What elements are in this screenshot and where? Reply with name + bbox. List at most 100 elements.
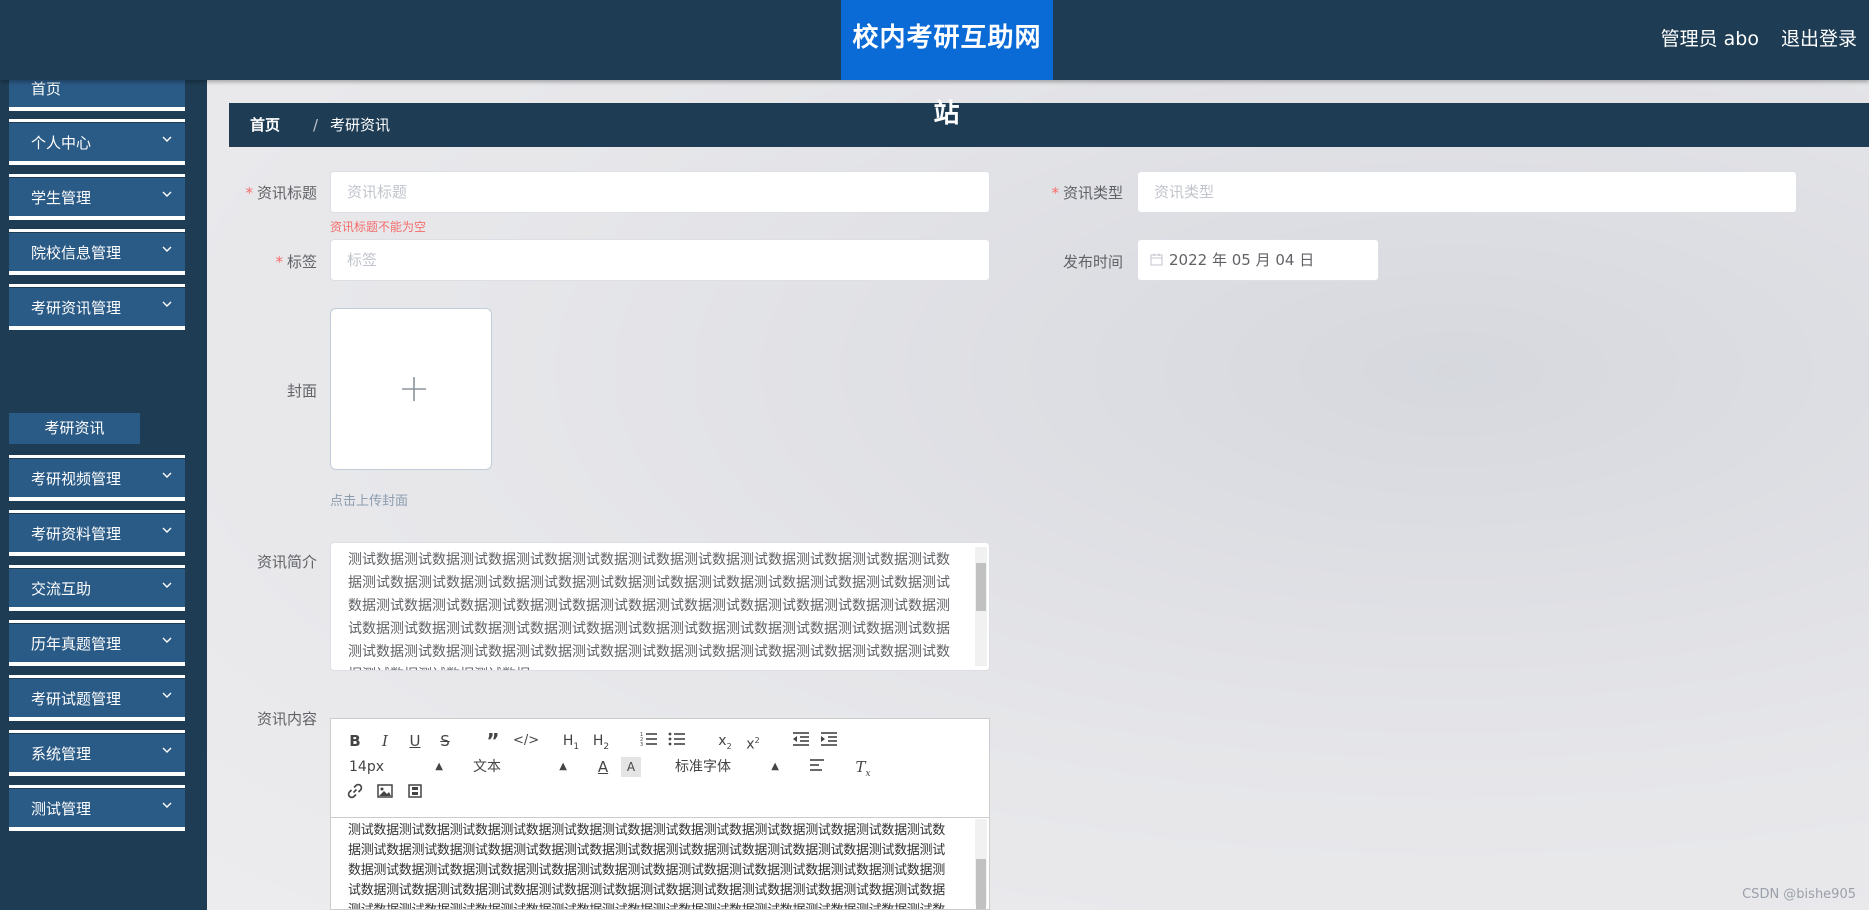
chevron-down-icon bbox=[159, 632, 175, 648]
breadcrumb: 首页 / 考研资讯 bbox=[229, 103, 1869, 147]
sidebar-item-profile[interactable]: 个人中心 bbox=[9, 119, 185, 165]
sidebar-item-tests[interactable]: 测试管理 bbox=[9, 785, 185, 831]
code-block-icon[interactable]: </> bbox=[513, 731, 539, 751]
chevron-down-icon bbox=[159, 577, 175, 593]
chevron-down-icon bbox=[159, 687, 175, 703]
block-type-value: 文本 bbox=[473, 759, 501, 775]
title-error-message: 资讯标题不能为空 bbox=[330, 220, 427, 234]
sidebar-item-label: 考研试题管理 bbox=[31, 690, 122, 708]
date-picker[interactable]: 2022 年 05 月 04 日 bbox=[1137, 239, 1379, 281]
chevron-down-icon bbox=[159, 296, 175, 312]
block-type-select[interactable]: 文本 ▲ bbox=[473, 757, 567, 777]
svg-text:3: 3 bbox=[640, 742, 643, 747]
sidebar-item-label: 院校信息管理 bbox=[31, 244, 122, 262]
cover-upload-hint: 点击上传封面 bbox=[330, 494, 409, 509]
chevron-down-icon bbox=[159, 797, 175, 813]
editor-scrollbar[interactable] bbox=[975, 819, 987, 909]
bullet-list-icon[interactable] bbox=[667, 731, 687, 751]
intro-text: 测试数据测试数据测试数据测试数据测试数据测试数据测试数据测试数据测试数据测试数据… bbox=[348, 552, 950, 670]
sidebar-item-videos[interactable]: 考研视频管理 bbox=[9, 455, 185, 501]
clear-format-icon[interactable]: Tx bbox=[853, 757, 873, 779]
strikethrough-icon[interactable]: S bbox=[435, 731, 455, 751]
sidebar-item-materials[interactable]: 考研资料管理 bbox=[9, 510, 185, 556]
chevron-down-icon bbox=[159, 131, 175, 147]
title-field-label: * 资讯标题 bbox=[207, 182, 317, 203]
title-input[interactable]: 资讯标题 bbox=[330, 171, 990, 213]
scrollbar-thumb[interactable] bbox=[976, 859, 986, 909]
date-value: 2022 年 05 月 04 日 bbox=[1169, 251, 1315, 269]
watermark: CSDN @bishe905 bbox=[1742, 887, 1856, 902]
calendar-icon bbox=[1150, 241, 1163, 281]
sidebar-item-system[interactable]: 系统管理 bbox=[9, 730, 185, 776]
chevron-down-icon bbox=[159, 742, 175, 758]
date-field-label: 发布时间 bbox=[1062, 253, 1123, 271]
sidebar-item-label: 首页 bbox=[31, 80, 62, 98]
editor-content: 测试数据测试数据测试数据测试数据测试数据测试数据测试数据测试数据测试数据测试数据… bbox=[348, 823, 945, 909]
scrollbar-thumb[interactable] bbox=[976, 563, 986, 611]
sidebar-item-label: 历年真题管理 bbox=[31, 635, 122, 653]
heading2-icon[interactable]: H2 bbox=[591, 731, 611, 752]
sidebar-item-label: 系统管理 bbox=[31, 745, 92, 763]
video-icon[interactable] bbox=[405, 783, 425, 803]
sidebar-item-news[interactable]: 考研资讯管理 bbox=[9, 284, 185, 330]
content-field-label: 资讯内容 bbox=[256, 710, 317, 728]
underline-icon[interactable]: U bbox=[405, 731, 425, 751]
sidebar-item-past-exams[interactable]: 历年真题管理 bbox=[9, 620, 185, 666]
subscript-icon[interactable]: x2 bbox=[715, 731, 735, 751]
title-label-text: 资讯标题 bbox=[256, 184, 317, 202]
logout-link[interactable]: 退出登录 bbox=[1781, 24, 1857, 51]
chevron-down-icon bbox=[159, 522, 175, 538]
intro-textarea[interactable]: 测试数据测试数据测试数据测试数据测试数据测试数据测试数据测试数据测试数据测试数据… bbox=[330, 542, 990, 671]
heading1-icon[interactable]: H1 bbox=[561, 731, 581, 752]
tag-field-label: * 标签 bbox=[207, 251, 317, 272]
sidebar: 首页 个人中心 学生管理 院校信息管理 考研资讯管理 考研资讯 考研视频管理 考… bbox=[0, 80, 207, 910]
select-arrows-icon: ▲ bbox=[771, 761, 779, 772]
sidebar-item-label: 学生管理 bbox=[31, 189, 92, 207]
intro-field-label: 资讯简介 bbox=[256, 553, 317, 571]
image-icon[interactable] bbox=[375, 783, 395, 803]
admin-user-label: 管理员 abo bbox=[1660, 28, 1759, 50]
breadcrumb-home[interactable]: 首页 bbox=[250, 103, 280, 147]
sidebar-item-schools[interactable]: 院校信息管理 bbox=[9, 229, 185, 275]
background-color-icon[interactable]: A bbox=[621, 757, 641, 777]
main-content: 首页 / 考研资讯 * 资讯标题 资讯标题 资讯标题不能为空 * 资讯类型 资讯类型… bbox=[207, 80, 1869, 910]
superscript-icon[interactable]: x2 bbox=[743, 731, 763, 753]
font-size-select[interactable]: 14px ▲ bbox=[349, 757, 443, 777]
type-field-label: * 资讯类型 bbox=[1007, 182, 1123, 203]
chevron-down-icon bbox=[159, 186, 175, 202]
sidebar-item-students[interactable]: 学生管理 bbox=[9, 174, 185, 220]
sidebar-item-label: 考研资料管理 bbox=[31, 525, 122, 543]
ordered-list-icon[interactable]: 123 bbox=[639, 731, 659, 751]
sidebar-item-questions[interactable]: 考研试题管理 bbox=[9, 675, 185, 721]
font-family-select[interactable]: 标准字体 ▲ bbox=[675, 757, 779, 777]
select-arrows-icon: ▲ bbox=[435, 761, 443, 772]
font-family-value: 标准字体 bbox=[675, 759, 731, 775]
blockquote-icon[interactable]: ” bbox=[483, 731, 503, 751]
indent-icon[interactable] bbox=[819, 731, 839, 751]
plus-icon bbox=[401, 376, 427, 406]
sidebar-item-exchange[interactable]: 交流互助 bbox=[9, 565, 185, 611]
sidebar-item-label: 测试管理 bbox=[31, 800, 92, 818]
cover-field-label: 封面 bbox=[286, 382, 317, 400]
outdent-icon[interactable] bbox=[791, 731, 811, 751]
required-asterisk: * bbox=[275, 253, 283, 271]
tag-label-text: 标签 bbox=[286, 253, 317, 271]
italic-icon[interactable]: I bbox=[375, 731, 395, 751]
type-input[interactable]: 资讯类型 bbox=[1137, 171, 1797, 213]
align-icon[interactable] bbox=[807, 757, 827, 777]
cover-upload[interactable] bbox=[330, 308, 492, 470]
link-icon[interactable] bbox=[345, 783, 365, 803]
editor-toolbar: B I U S ” </> H1 H2 123 x2 x2 14px ▲ 文本 ▲ … bbox=[331, 719, 989, 818]
intro-scrollbar[interactable] bbox=[975, 547, 987, 666]
font-color-icon[interactable]: A bbox=[593, 757, 613, 777]
bold-icon[interactable]: B bbox=[345, 731, 365, 751]
select-arrows-icon: ▲ bbox=[559, 761, 567, 772]
sidebar-subitem-news[interactable]: 考研资讯 bbox=[9, 413, 140, 444]
sidebar-item-home[interactable]: 首页 bbox=[9, 80, 185, 111]
sidebar-item-label: 交流互助 bbox=[31, 580, 92, 598]
rich-text-editor[interactable]: B I U S ” </> H1 H2 123 x2 x2 14px ▲ 文本 ▲ … bbox=[330, 718, 990, 910]
sidebar-item-label: 考研资讯管理 bbox=[31, 299, 122, 317]
tag-input[interactable]: 标签 bbox=[330, 239, 990, 281]
breadcrumb-separator: / bbox=[313, 116, 319, 134]
sidebar-item-label: 考研视频管理 bbox=[31, 470, 122, 488]
